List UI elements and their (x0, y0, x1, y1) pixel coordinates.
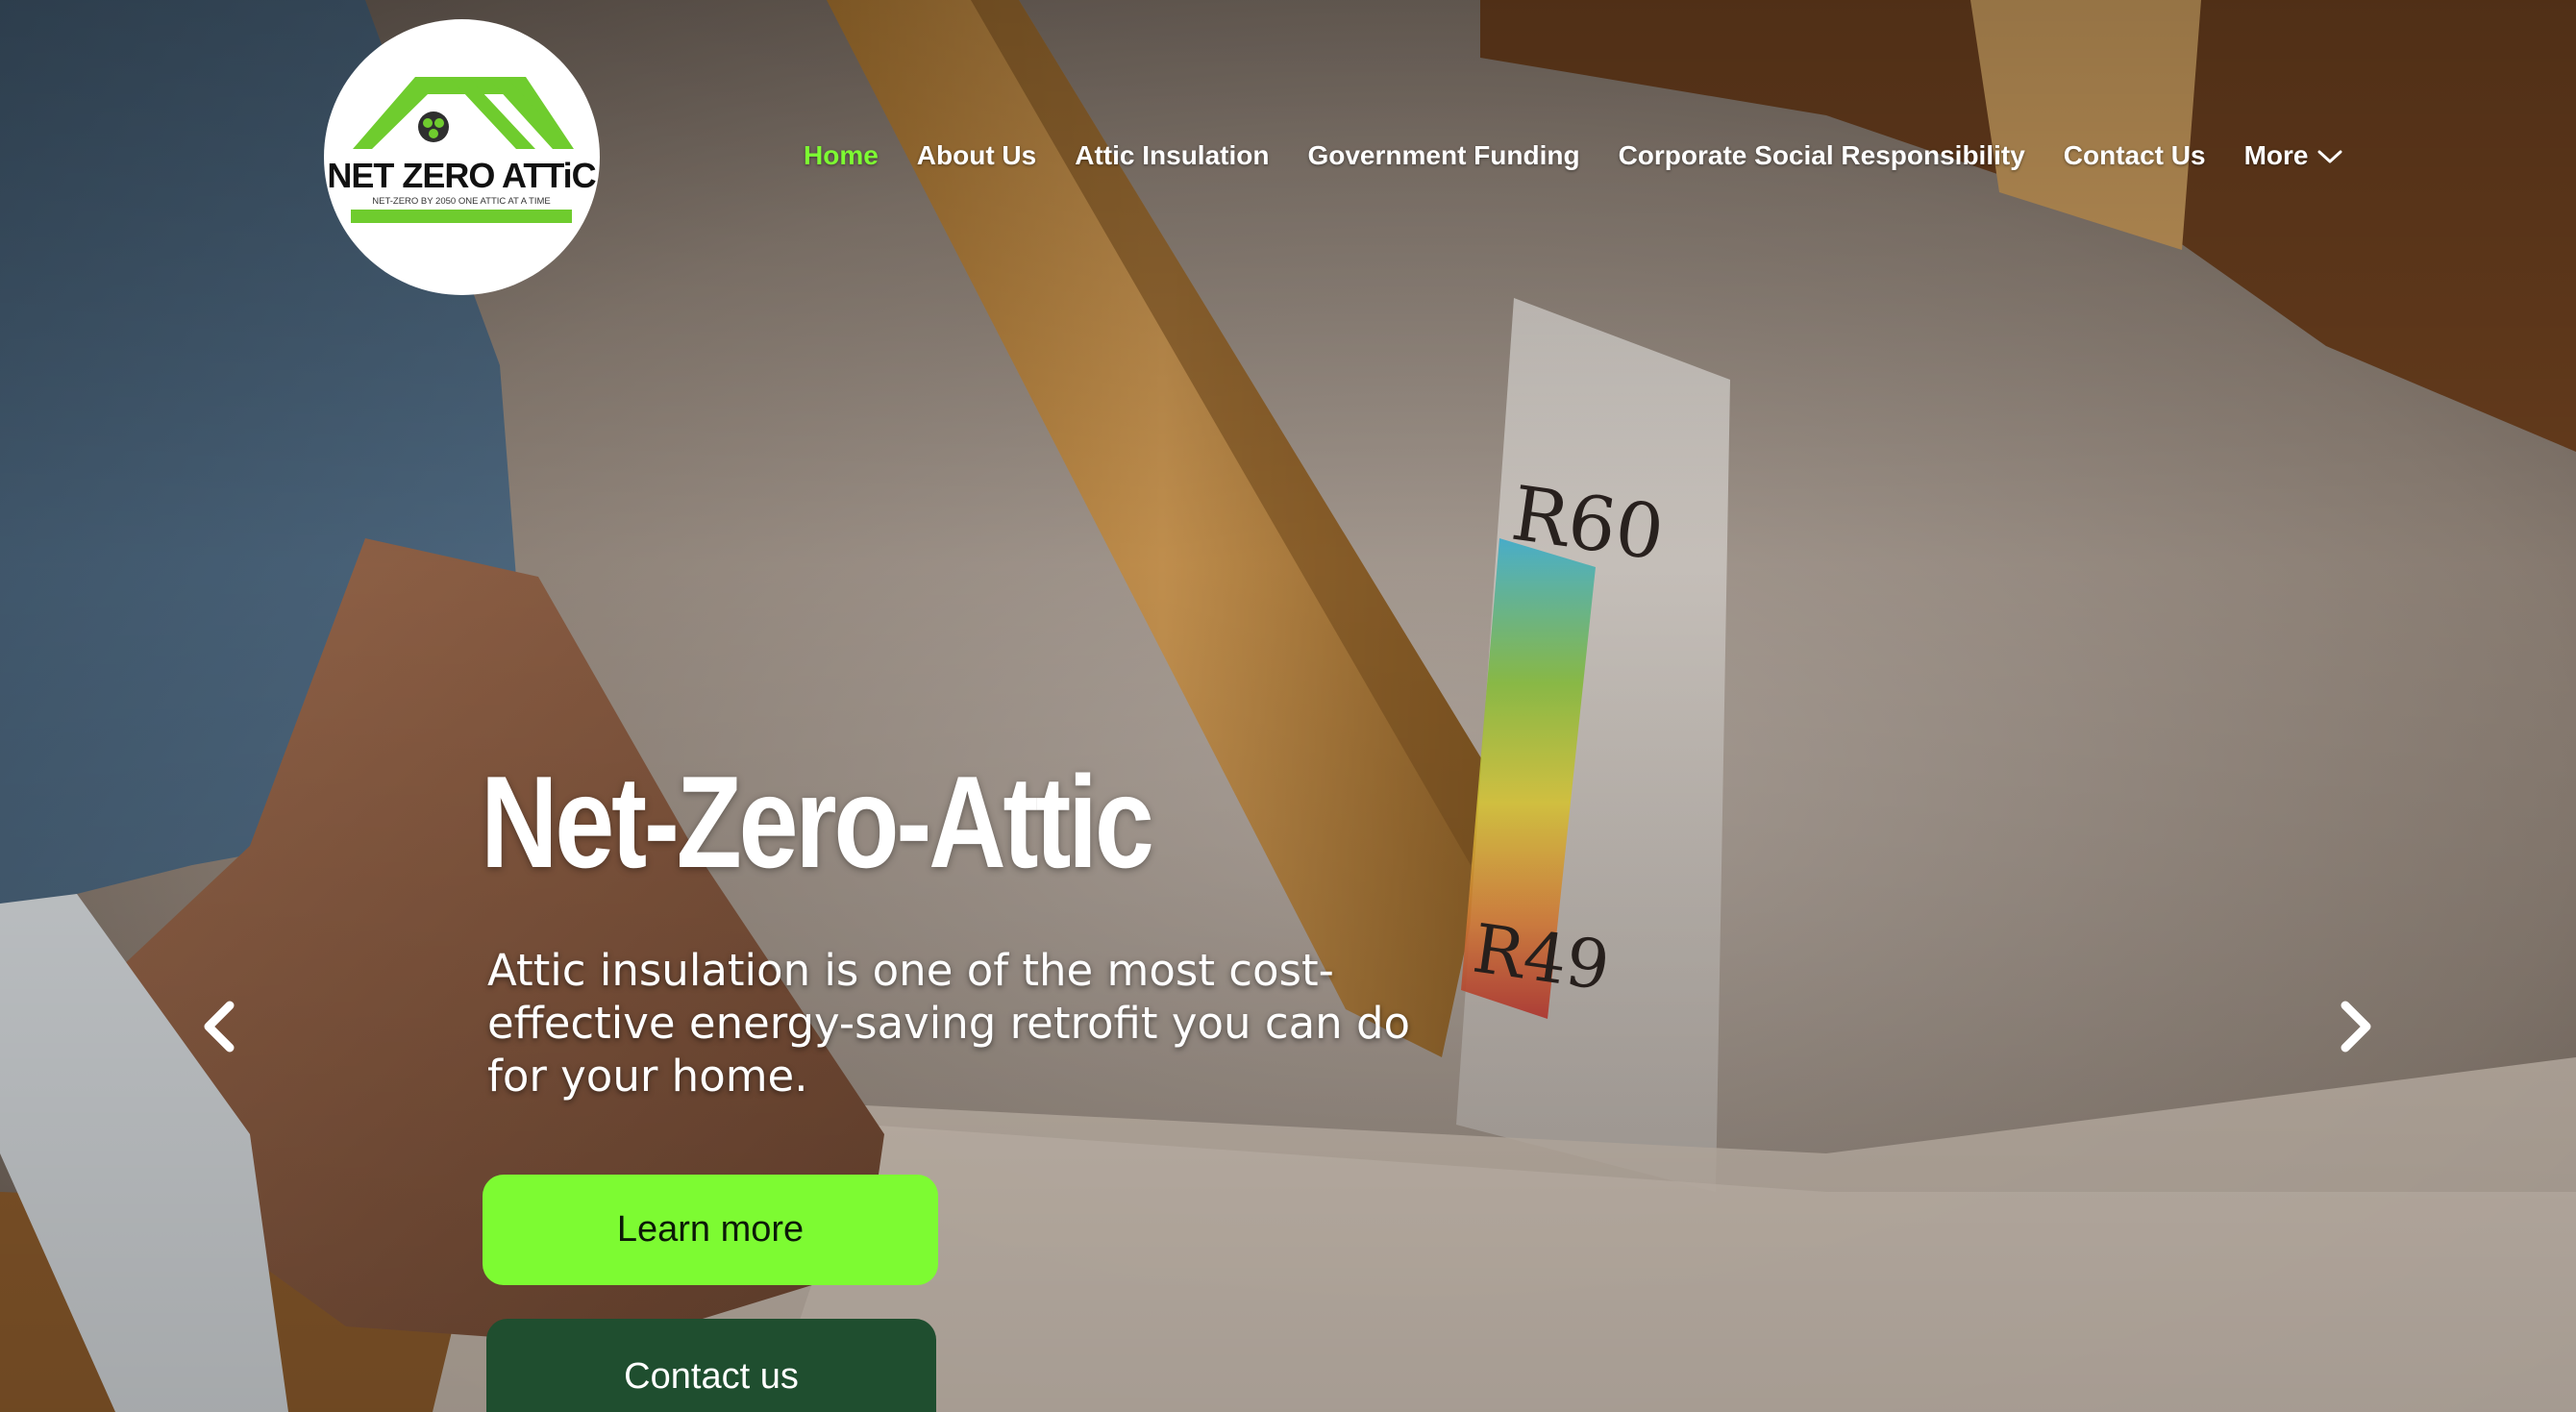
nav-item-home[interactable]: Home (804, 140, 879, 171)
hero-subtitle: Attic insulation is one of the most cost… (487, 945, 1411, 1102)
logo-title: NET ZERO ATTiC (327, 156, 596, 195)
nav-item-corporate-social-responsibility[interactable]: Corporate Social Responsibility (1619, 140, 2025, 171)
nav-item-government-funding[interactable]: Government Funding (1307, 140, 1579, 171)
nav-item-about-us[interactable]: About Us (917, 140, 1036, 171)
learn-more-button[interactable]: Learn more (483, 1175, 938, 1285)
nav-item-attic-insulation[interactable]: Attic Insulation (1075, 140, 1269, 171)
chevron-right-icon (2341, 1001, 2371, 1053)
hero-headline: Net-Zero-Attic (481, 749, 1154, 895)
slider-prev-button[interactable] (195, 1000, 243, 1053)
contact-us-button[interactable]: Contact us (486, 1319, 936, 1412)
nav-item-more-label: More (2243, 140, 2309, 170)
site-logo[interactable]: NET ZERO ATTiC NET-ZERO BY 2050 ONE ATTI… (324, 19, 600, 295)
slider-next-button[interactable] (2332, 1000, 2380, 1053)
chevron-down-icon (2317, 140, 2342, 171)
chevron-left-icon (204, 1001, 235, 1053)
main-nav: Home About Us Attic Insulation Governmen… (804, 135, 2342, 177)
hero-slider: R60 R49 NET ZERO ATTiC NET-ZERO BY 2050 … (0, 0, 2576, 1412)
nav-item-more[interactable]: More (2244, 140, 2343, 171)
logo-tagline: NET-ZERO BY 2050 ONE ATTIC AT A TIME (372, 196, 551, 207)
logo-mark: NET ZERO ATTiC NET-ZERO BY 2050 ONE ATTI… (327, 77, 598, 223)
nav-item-contact-us[interactable]: Contact Us (2064, 140, 2206, 171)
